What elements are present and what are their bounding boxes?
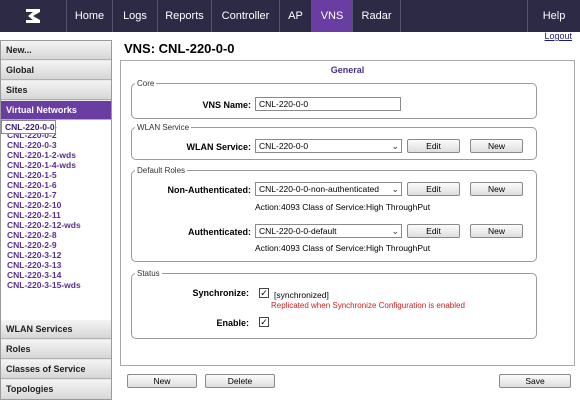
tab-vns[interactable]: VNS [311,0,352,32]
vns-list-item[interactable]: CNL-220-3-15-wds [1,280,111,290]
auth-new-button[interactable]: New [470,224,523,238]
sidebar-item-sites[interactable]: Sites [1,81,111,100]
top-navigation-bar: Home Logs Reports Controller AP VNS Rada… [0,0,580,32]
auth-info: Action:4093 Class of Service:High Throug… [255,243,431,253]
synchronize-note: Replicated when Synchronize Configuratio… [271,301,465,310]
wlan-service-legend: WLAN Service [137,123,190,132]
vns-list-item[interactable]: CNL-220-3-13 [1,260,111,270]
general-panel: General Core VNS Name: CNL-220-0-0 WLAN … [120,60,575,366]
wlan-service-label: WLAN Service: [186,142,251,152]
vns-list-item[interactable]: CNL-220-3-12 [1,250,111,260]
vns-name-label: VNS Name: [202,100,251,110]
tab-ap[interactable]: AP [279,0,311,32]
wlan-service-select[interactable]: CNL-220-0-0 ⌄ [255,139,402,153]
sidebar-item-topologies[interactable]: Topologies [1,380,111,399]
chevron-down-icon: ⌄ [391,141,399,151]
sidebar-item-roles[interactable]: Roles [1,340,111,359]
synchronize-status: [synchronized] [274,290,329,300]
chevron-down-icon: ⌄ [391,226,399,236]
vns-list-item[interactable]: CNL-220-0-0 [1,120,56,134]
new-button[interactable]: New [127,374,197,388]
non-auth-new-button[interactable]: New [470,182,523,196]
sidebar-item-global[interactable]: Global [1,61,111,80]
enable-checkbox[interactable]: ✓ [259,317,269,327]
page-title: VNS: CNL-220-0-0 [124,41,235,56]
status-legend: Status [137,269,160,278]
panel-title: General [330,65,365,75]
non-authenticated-value: CNL-220-0-0-non-authenticated [259,184,380,194]
tab-radar[interactable]: Radar [352,0,400,32]
authenticated-select[interactable]: CNL-220-0-0-default ⌄ [255,224,402,238]
sidebar-item-classes-of-service[interactable]: Classes of Service [1,360,111,379]
sidebar-item-new[interactable]: New... [1,41,111,60]
chevron-down-icon: ⌄ [391,184,399,194]
tab-controller[interactable]: Controller [211,0,279,32]
logout-link[interactable]: Logout [544,31,572,41]
vns-list-item[interactable]: CNL-220-3-14 [1,270,111,280]
auth-edit-button[interactable]: Edit [407,224,460,238]
extreme-logo-icon[interactable] [0,0,66,32]
core-legend: Core [137,79,155,88]
sidebar: New... Global Sites Virtual Networks CNL… [0,40,112,400]
vns-list-item[interactable]: CNL-220-2-8 [1,230,111,240]
tab-home[interactable]: Home [66,0,112,32]
vns-list-item[interactable]: CNL-220-1-7 [1,190,111,200]
save-button[interactable]: Save [499,374,571,388]
vns-list-item[interactable]: CNL-220-2-11 [1,210,111,220]
tab-help[interactable]: Help [527,0,580,32]
wlan-edit-button[interactable]: Edit [407,139,460,153]
nav-divider [400,0,401,32]
vns-list: CNL-220-0-0CNL-220-0-1CNL-220-0-2CNL-220… [1,120,111,320]
authenticated-value: CNL-220-0-0-default [259,226,337,236]
vns-list-item[interactable]: CNL-220-1-4-wds [1,160,111,170]
vns-name-input[interactable]: CNL-220-0-0 [255,97,401,111]
vns-list-item[interactable]: CNL-220-2-12-wds [1,220,111,230]
wlan-new-button[interactable]: New [470,139,523,153]
tab-logs[interactable]: Logs [112,0,157,32]
non-authenticated-label: Non-Authenticated: [167,185,252,195]
tab-reports[interactable]: Reports [157,0,211,32]
vns-list-item[interactable]: CNL-220-1-5 [1,170,111,180]
vns-list-item[interactable]: CNL-220-2-10 [1,200,111,210]
sidebar-item-wlan-services[interactable]: WLAN Services [1,320,111,339]
non-authenticated-select[interactable]: CNL-220-0-0-non-authenticated ⌄ [255,182,402,196]
sidebar-item-virtual-networks[interactable]: Virtual Networks [1,101,111,120]
non-auth-info: Action:4093 Class of Service:High Throug… [255,202,431,212]
vns-list-item[interactable]: CNL-220-1-2-wds [1,150,111,160]
default-roles-legend: Default Roles [137,166,186,175]
vns-list-item[interactable]: CNL-220-0-3 [1,140,111,150]
wlan-service-value: CNL-220-0-0 [259,141,309,151]
delete-button[interactable]: Delete [205,374,275,388]
vns-list-item[interactable]: CNL-220-2-9 [1,240,111,250]
vns-list-item[interactable]: CNL-220-1-6 [1,180,111,190]
synchronize-label: Synchronize: [192,288,249,298]
non-auth-edit-button[interactable]: Edit [407,182,460,196]
enable-label: Enable: [216,318,249,328]
authenticated-label: Authenticated: [188,227,251,237]
synchronize-checkbox[interactable]: ✓ [259,288,269,298]
